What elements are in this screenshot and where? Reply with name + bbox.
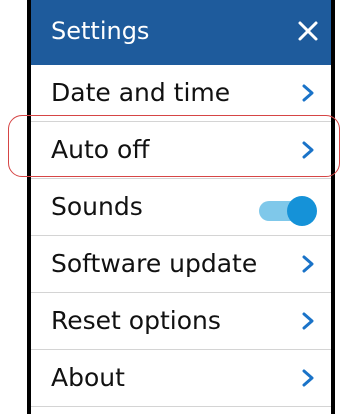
menu-item-label: Reset options [51, 306, 221, 335]
sounds-toggle[interactable] [259, 195, 317, 226]
menu-item-reset-options[interactable]: Reset options [31, 293, 331, 350]
menu-item-label: Software update [51, 249, 258, 278]
menu-item-software-update[interactable]: Software update [31, 236, 331, 293]
chevron-right-icon [302, 255, 314, 273]
menu-item-label: About [51, 363, 125, 392]
settings-panel: Settings Date and time Auto off Sounds S… [27, 0, 335, 414]
menu-item-about[interactable]: About [31, 350, 331, 407]
settings-header: Settings [31, 0, 331, 65]
menu-item-sounds: Sounds [31, 179, 331, 236]
menu-item-date-and-time[interactable]: Date and time [31, 65, 331, 122]
chevron-right-icon [302, 369, 314, 387]
menu-item-label: Auto off [51, 135, 150, 164]
close-icon[interactable] [293, 16, 323, 46]
toggle-knob [287, 196, 317, 226]
chevron-right-icon [302, 312, 314, 330]
menu-item-auto-off[interactable]: Auto off [31, 122, 331, 179]
chevron-right-icon [302, 141, 314, 159]
page-title: Settings [51, 17, 150, 45]
menu-item-label: Sounds [51, 192, 143, 221]
chevron-right-icon [302, 84, 314, 102]
menu-item-label: Date and time [51, 78, 231, 107]
